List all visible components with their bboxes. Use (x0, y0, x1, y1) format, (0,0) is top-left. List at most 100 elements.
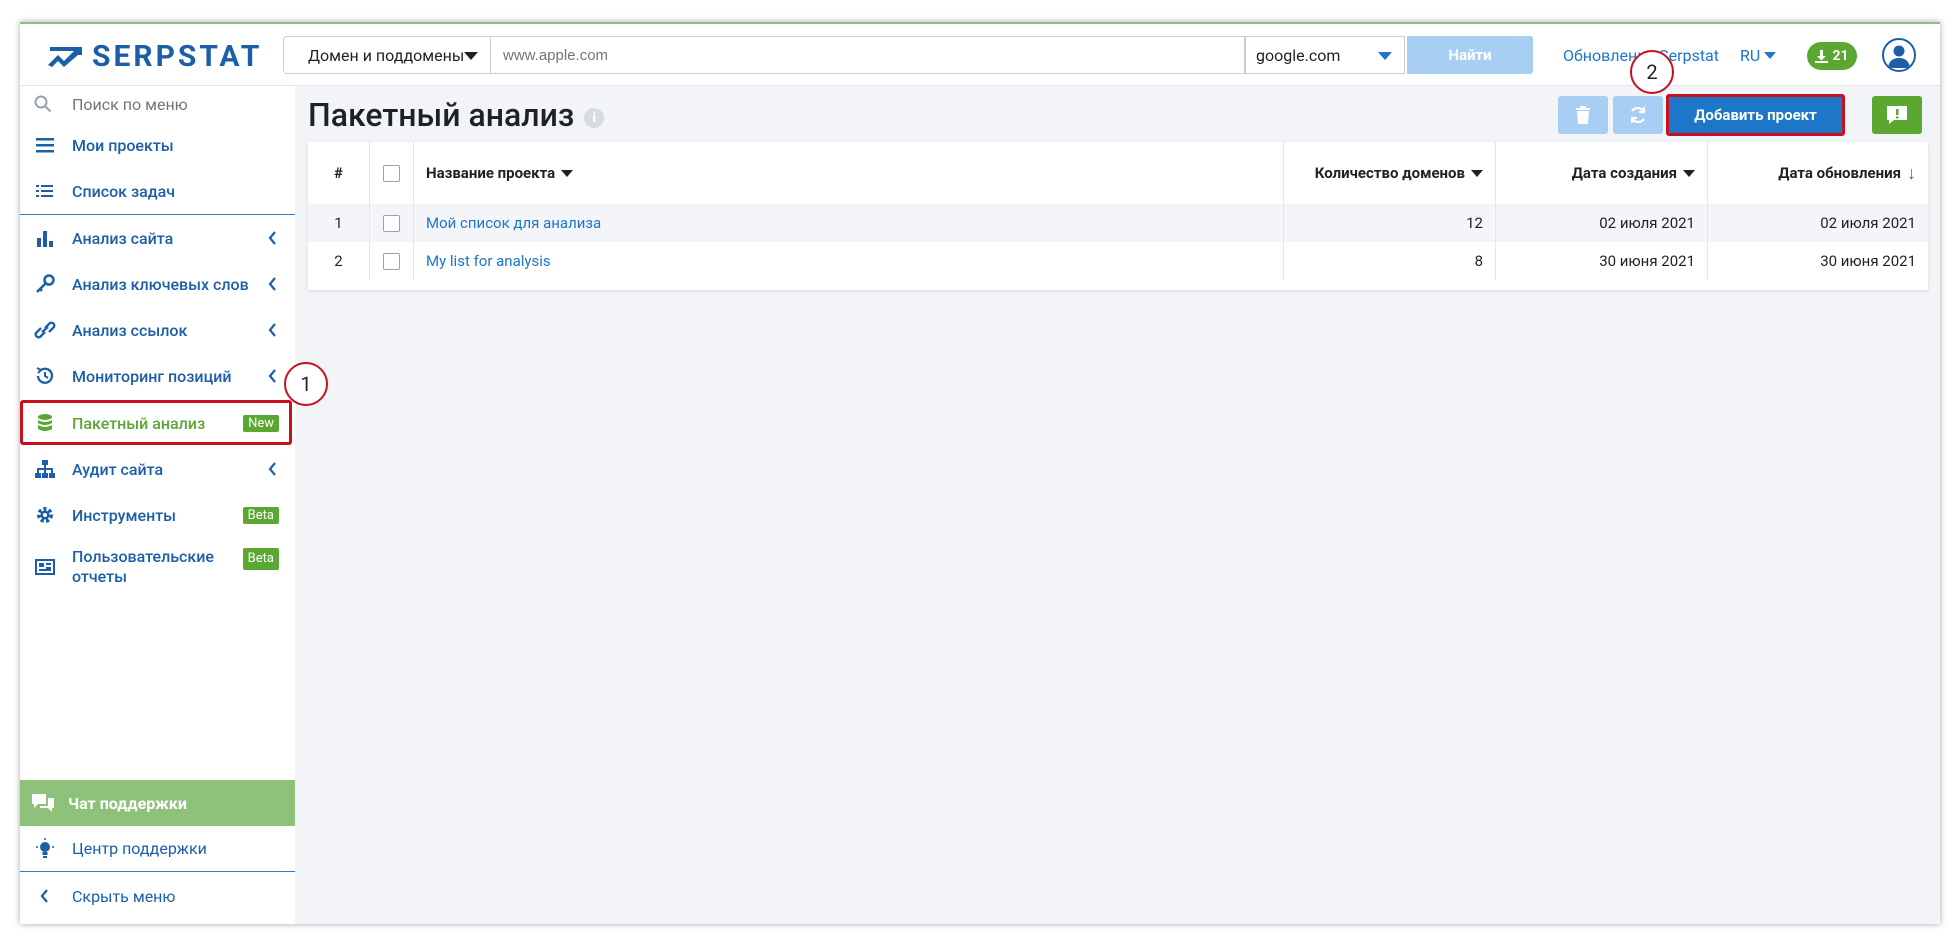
sidebar-item-label: Анализ ключевых слов (72, 274, 249, 294)
page-title: Пакетный анализ i (308, 96, 605, 134)
logo[interactable]: SERPSTAT (46, 38, 262, 74)
sidebar-item-link-analysis[interactable]: Анализ ссылок (20, 307, 295, 353)
caret-down-icon (464, 52, 478, 60)
menu-search[interactable]: Поиск по меню (20, 86, 295, 122)
chevron-left-icon (268, 277, 276, 291)
feedback-button[interactable] (1872, 96, 1922, 134)
sidebar-item-label: Мои проекты (72, 135, 174, 155)
language-label: RU (1740, 46, 1761, 65)
app-window: SERPSTAT Домен и поддомены google.com На… (20, 22, 1940, 924)
key-icon (36, 274, 55, 293)
select-all-checkbox[interactable] (383, 164, 400, 182)
sidebar-item-label: Анализ ссылок (72, 320, 188, 340)
row-num: 1 (308, 204, 370, 242)
caret-down-icon (1764, 52, 1777, 59)
row-checkbox[interactable] (383, 252, 400, 270)
row-name-cell: My list for analysis (414, 242, 1284, 280)
user-icon (1888, 45, 1910, 68)
highlight-frame-add-project (1666, 94, 1845, 136)
search-icon (34, 95, 52, 113)
header-domains[interactable]: Количество доменов (1284, 142, 1496, 204)
sidebar: Поиск по меню Мои проекты Список задач А… (20, 86, 295, 924)
support-chat-button[interactable]: Чат поддержки (20, 780, 295, 826)
table-row: 1 Мой список для анализа 12 02 июля 2021… (308, 204, 1928, 242)
hide-menu-label: Скрыть меню (72, 886, 176, 906)
menu-lines-icon (36, 138, 54, 153)
comment-alert-icon (1887, 106, 1907, 124)
header-updated[interactable]: Дата обновления ↓ (1708, 142, 1928, 204)
link-icon (34, 321, 56, 339)
row-name-cell: Мой список для анализа (414, 204, 1284, 242)
row-created: 02 июля 2021 (1496, 204, 1708, 242)
sidebar-item-label: Список задач (72, 181, 176, 201)
chat-icon (32, 794, 54, 812)
header-name[interactable]: Название проекта (414, 142, 1284, 204)
sidebar-item-label: Мониторинг позиций (72, 366, 232, 386)
menu-search-placeholder: Поиск по меню (72, 94, 188, 114)
header-num: # (308, 142, 370, 204)
chevron-left-icon (40, 889, 48, 903)
downloads-button[interactable]: 21 (1807, 42, 1857, 70)
delete-button[interactable] (1558, 96, 1608, 134)
page-title-text: Пакетный анализ (308, 96, 575, 134)
row-checkbox-cell (370, 242, 414, 280)
logo-text: SERPSTAT (92, 38, 263, 74)
downloads-count: 21 (1832, 48, 1849, 64)
row-created: 30 июня 2021 (1496, 242, 1708, 280)
sidebar-item-my-projects[interactable]: Мои проекты (20, 122, 295, 168)
beta-badge: Beta (242, 507, 279, 524)
history-icon (36, 367, 54, 384)
sort-caret-icon (1683, 169, 1695, 177)
search-type-label: Домен и поддомены (308, 45, 465, 65)
caret-down-icon (1378, 52, 1392, 60)
search-engine-select[interactable]: google.com (1245, 36, 1405, 74)
projects-table: # Название проекта Количество доменов Да… (308, 142, 1928, 290)
beta-badge: Beta (242, 548, 279, 570)
header-name-label: Название проекта (426, 164, 556, 182)
sort-caret-icon (561, 169, 574, 177)
header-created-label: Дата создания (1571, 164, 1677, 182)
sidebar-item-custom-reports[interactable]: Пользовательские отчеты Beta (20, 538, 295, 596)
gear-icon (37, 507, 53, 523)
search-button[interactable]: Найти (1407, 36, 1533, 74)
search-input[interactable] (491, 36, 1245, 74)
header-domains-label: Количество доменов (1314, 164, 1465, 182)
refresh-icon (1630, 106, 1646, 124)
row-num: 2 (308, 242, 370, 280)
row-checkbox[interactable] (383, 214, 400, 232)
search-type-select[interactable]: Домен и поддомены (283, 36, 491, 74)
info-icon[interactable]: i (584, 108, 605, 128)
sidebar-item-rank-tracking[interactable]: Мониторинг позиций (20, 353, 295, 399)
sort-caret-icon (1471, 169, 1483, 177)
header-created[interactable]: Дата создания (1496, 142, 1708, 204)
callout-1: 1 (284, 362, 328, 406)
callout-2: 2 (1630, 50, 1674, 94)
user-avatar[interactable] (1882, 38, 1916, 72)
table-row: 2 My list for analysis 8 30 июня 2021 30… (308, 242, 1928, 280)
refresh-button[interactable] (1613, 96, 1663, 134)
support-center-link[interactable]: Центр поддержки (20, 826, 295, 872)
language-select[interactable]: RU (1740, 46, 1777, 65)
sidebar-item-task-list[interactable]: Список задач (20, 168, 295, 214)
project-link[interactable]: My list for analysis (426, 252, 551, 270)
sidebar-item-label: Пользовательские отчеты (72, 547, 214, 586)
project-link[interactable]: Мой список для анализа (426, 214, 601, 232)
row-checkbox-cell (370, 204, 414, 242)
header-updated-label: Дата обновления (1778, 164, 1901, 182)
row-domains: 8 (1284, 242, 1496, 280)
row-domains: 12 (1284, 204, 1496, 242)
chevron-left-icon (268, 231, 276, 245)
serpstat-logo-icon (48, 47, 82, 67)
hide-menu-button[interactable]: Скрыть меню (20, 873, 295, 919)
header-checkbox-cell (370, 142, 414, 204)
sidebar-item-label: Аудит сайта (72, 459, 164, 479)
row-updated: 30 июня 2021 (1820, 252, 1916, 270)
highlight-frame-batch-analysis (20, 400, 292, 445)
sidebar-item-label: Анализ сайта (72, 228, 174, 248)
sidebar-item-site-analysis[interactable]: Анализ сайта (20, 215, 295, 261)
report-icon (35, 559, 55, 575)
sidebar-item-keyword-analysis[interactable]: Анализ ключевых слов (20, 261, 295, 307)
sidebar-item-site-audit[interactable]: Аудит сайта (20, 446, 295, 492)
chevron-left-icon (268, 462, 276, 476)
sidebar-item-tools[interactable]: Инструменты Beta (20, 492, 295, 538)
